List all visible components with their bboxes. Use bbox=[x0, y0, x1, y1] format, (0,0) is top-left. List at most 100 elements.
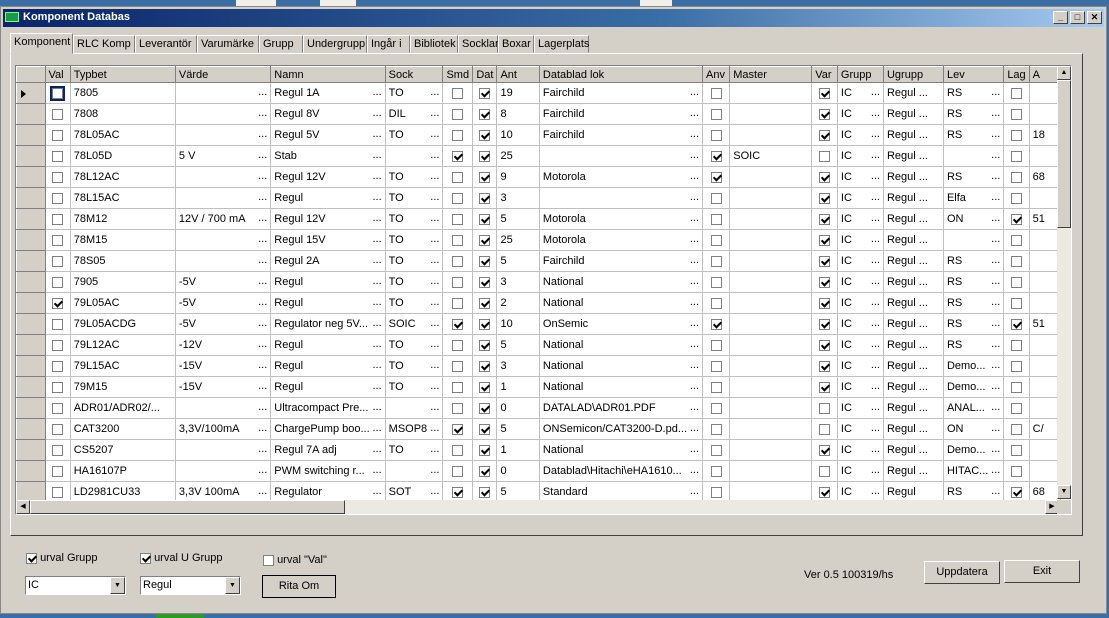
ellipsis-icon[interactable]: ... bbox=[991, 317, 1000, 329]
a-cell[interactable] bbox=[1028, 250, 1061, 272]
dat-checkbox-cell[interactable] bbox=[472, 145, 498, 167]
ellipsis-icon[interactable]: ... bbox=[258, 212, 267, 224]
ellipsis-icon[interactable]: ... bbox=[991, 254, 1000, 266]
ellipsis-icon[interactable]: ... bbox=[372, 317, 381, 329]
namn-cell[interactable]: Regul 2A... bbox=[270, 250, 386, 272]
datablad-cell[interactable]: Datablad\Hitachi\eHA1610...... bbox=[538, 460, 704, 482]
typbet-cell[interactable]: 78L05AC bbox=[69, 124, 176, 146]
ellipsis-icon[interactable]: ... bbox=[871, 296, 880, 308]
smd-checkbox[interactable] bbox=[452, 444, 464, 456]
namn-cell[interactable]: Regul... bbox=[270, 355, 386, 377]
row-header[interactable] bbox=[16, 292, 46, 314]
lag-checkbox-cell[interactable] bbox=[1003, 124, 1030, 146]
tab-boxar[interactable]: Boxar bbox=[498, 35, 534, 53]
lag-checkbox[interactable] bbox=[1010, 213, 1022, 225]
ellipsis-icon[interactable]: ... bbox=[258, 128, 267, 140]
lag-checkbox-cell[interactable] bbox=[1003, 355, 1030, 377]
master-cell[interactable] bbox=[729, 103, 813, 125]
sock-cell[interactable]: ... bbox=[384, 145, 444, 167]
ellipsis-icon[interactable]: ... bbox=[871, 443, 880, 455]
row-header[interactable] bbox=[16, 460, 46, 482]
lag-checkbox[interactable] bbox=[1010, 192, 1022, 204]
anv-checkbox-cell[interactable] bbox=[701, 334, 731, 356]
namn-cell[interactable]: Regul 15V... bbox=[270, 229, 386, 251]
var-checkbox[interactable] bbox=[819, 465, 831, 477]
ugrupp-select[interactable]: Regul ▼ bbox=[140, 576, 241, 595]
namn-cell[interactable]: Regul... bbox=[270, 187, 386, 209]
minimize-icon[interactable]: _ bbox=[1053, 11, 1068, 24]
sock-cell[interactable]: ... bbox=[384, 397, 444, 419]
smd-checkbox[interactable] bbox=[452, 360, 464, 372]
anv-checkbox[interactable] bbox=[710, 87, 722, 99]
var-checkbox[interactable] bbox=[819, 129, 831, 141]
ellipsis-icon[interactable]: ... bbox=[258, 338, 267, 350]
row-header[interactable] bbox=[16, 439, 46, 461]
val-checkbox-cell[interactable] bbox=[44, 397, 71, 419]
ellipsis-icon[interactable]: ... bbox=[871, 191, 880, 203]
table-row[interactable]: 79L15AC -15V... Regul... TO... 3 National... I… bbox=[16, 355, 1061, 377]
smd-checkbox[interactable] bbox=[452, 87, 464, 99]
smd-checkbox-cell[interactable] bbox=[442, 166, 474, 188]
ellipsis-icon[interactable]: ... bbox=[871, 422, 880, 434]
ant-cell[interactable]: 1 bbox=[496, 376, 540, 398]
dat-checkbox-cell[interactable] bbox=[472, 376, 498, 398]
varde-cell[interactable]: 5 V... bbox=[174, 145, 272, 167]
val-checkbox[interactable] bbox=[52, 192, 64, 204]
ant-cell[interactable]: 3 bbox=[496, 187, 540, 209]
ellipsis-icon[interactable]: ... bbox=[871, 128, 880, 140]
ellipsis-icon[interactable]: ... bbox=[372, 128, 381, 140]
namn-cell[interactable]: ChargePump boo...... bbox=[270, 418, 386, 440]
var-checkbox[interactable] bbox=[819, 192, 831, 204]
a-cell[interactable] bbox=[1028, 439, 1061, 461]
tab-rlc-komp[interactable]: RLC Komp bbox=[73, 35, 135, 53]
lag-checkbox-cell[interactable] bbox=[1003, 145, 1030, 167]
var-checkbox-cell[interactable] bbox=[811, 271, 838, 293]
master-cell[interactable] bbox=[729, 355, 813, 377]
column-header[interactable]: Sock bbox=[384, 66, 444, 83]
ellipsis-icon[interactable]: ... bbox=[991, 422, 1000, 434]
master-cell[interactable] bbox=[729, 229, 813, 251]
ellipsis-icon[interactable]: ... bbox=[690, 401, 699, 413]
table-row[interactable]: 7808... Regul 8V... DIL... 8 Fairchild... IC.… bbox=[16, 103, 1061, 125]
ugrupp-cell[interactable]: Regul ... bbox=[882, 124, 944, 146]
typbet-cell[interactable]: 7805 bbox=[69, 82, 176, 104]
master-cell[interactable] bbox=[729, 187, 813, 209]
a-cell[interactable] bbox=[1028, 103, 1061, 125]
master-cell[interactable] bbox=[729, 313, 813, 335]
ellipsis-icon[interactable]: ... bbox=[258, 317, 267, 329]
lag-checkbox[interactable] bbox=[1010, 276, 1022, 288]
lag-checkbox-cell[interactable] bbox=[1003, 376, 1030, 398]
table-row[interactable]: 79L12AC -12V... Regul... TO... 5 National... I… bbox=[16, 334, 1061, 356]
master-cell[interactable] bbox=[729, 439, 813, 461]
sock-cell[interactable]: TO... bbox=[384, 250, 444, 272]
table-row[interactable]: 78M12 12V / 700 mA... Regul 12V... TO... 5 Mo… bbox=[16, 208, 1061, 230]
ant-cell[interactable]: 0 bbox=[496, 397, 540, 419]
ellipsis-icon[interactable]: ... bbox=[690, 275, 699, 287]
sock-cell[interactable]: TO... bbox=[384, 271, 444, 293]
typbet-cell[interactable]: 78L12AC bbox=[69, 166, 176, 188]
smd-checkbox[interactable] bbox=[452, 486, 464, 498]
var-checkbox-cell[interactable] bbox=[811, 334, 838, 356]
smd-checkbox-cell[interactable] bbox=[442, 208, 474, 230]
ant-cell[interactable]: 1 bbox=[496, 439, 540, 461]
ellipsis-icon[interactable]: ... bbox=[258, 296, 267, 308]
dat-checkbox[interactable] bbox=[479, 402, 491, 414]
var-checkbox[interactable] bbox=[819, 171, 831, 183]
val-checkbox-cell[interactable] bbox=[44, 334, 71, 356]
column-header[interactable]: Var bbox=[811, 66, 838, 83]
ugrupp-cell[interactable]: Regul ... bbox=[882, 334, 944, 356]
namn-cell[interactable]: Stab... bbox=[270, 145, 386, 167]
anv-checkbox[interactable] bbox=[710, 255, 722, 267]
master-cell[interactable] bbox=[729, 271, 813, 293]
var-checkbox[interactable] bbox=[819, 297, 831, 309]
ellipsis-icon[interactable]: ... bbox=[871, 485, 880, 497]
val-checkbox[interactable] bbox=[52, 423, 64, 435]
a-cell[interactable] bbox=[1028, 82, 1061, 104]
sock-cell[interactable]: TO... bbox=[384, 166, 444, 188]
table-row[interactable]: 78M15... Regul 15V... TO... 25 Motorola... IC… bbox=[16, 229, 1061, 251]
dat-checkbox[interactable] bbox=[479, 339, 491, 351]
namn-cell[interactable]: PWM switching r...... bbox=[270, 460, 386, 482]
val-checkbox-cell[interactable] bbox=[44, 313, 71, 335]
dat-checkbox[interactable] bbox=[479, 486, 491, 498]
table-row[interactable]: 7905 -5V... Regul... TO... 3 National... IC...… bbox=[16, 271, 1061, 293]
